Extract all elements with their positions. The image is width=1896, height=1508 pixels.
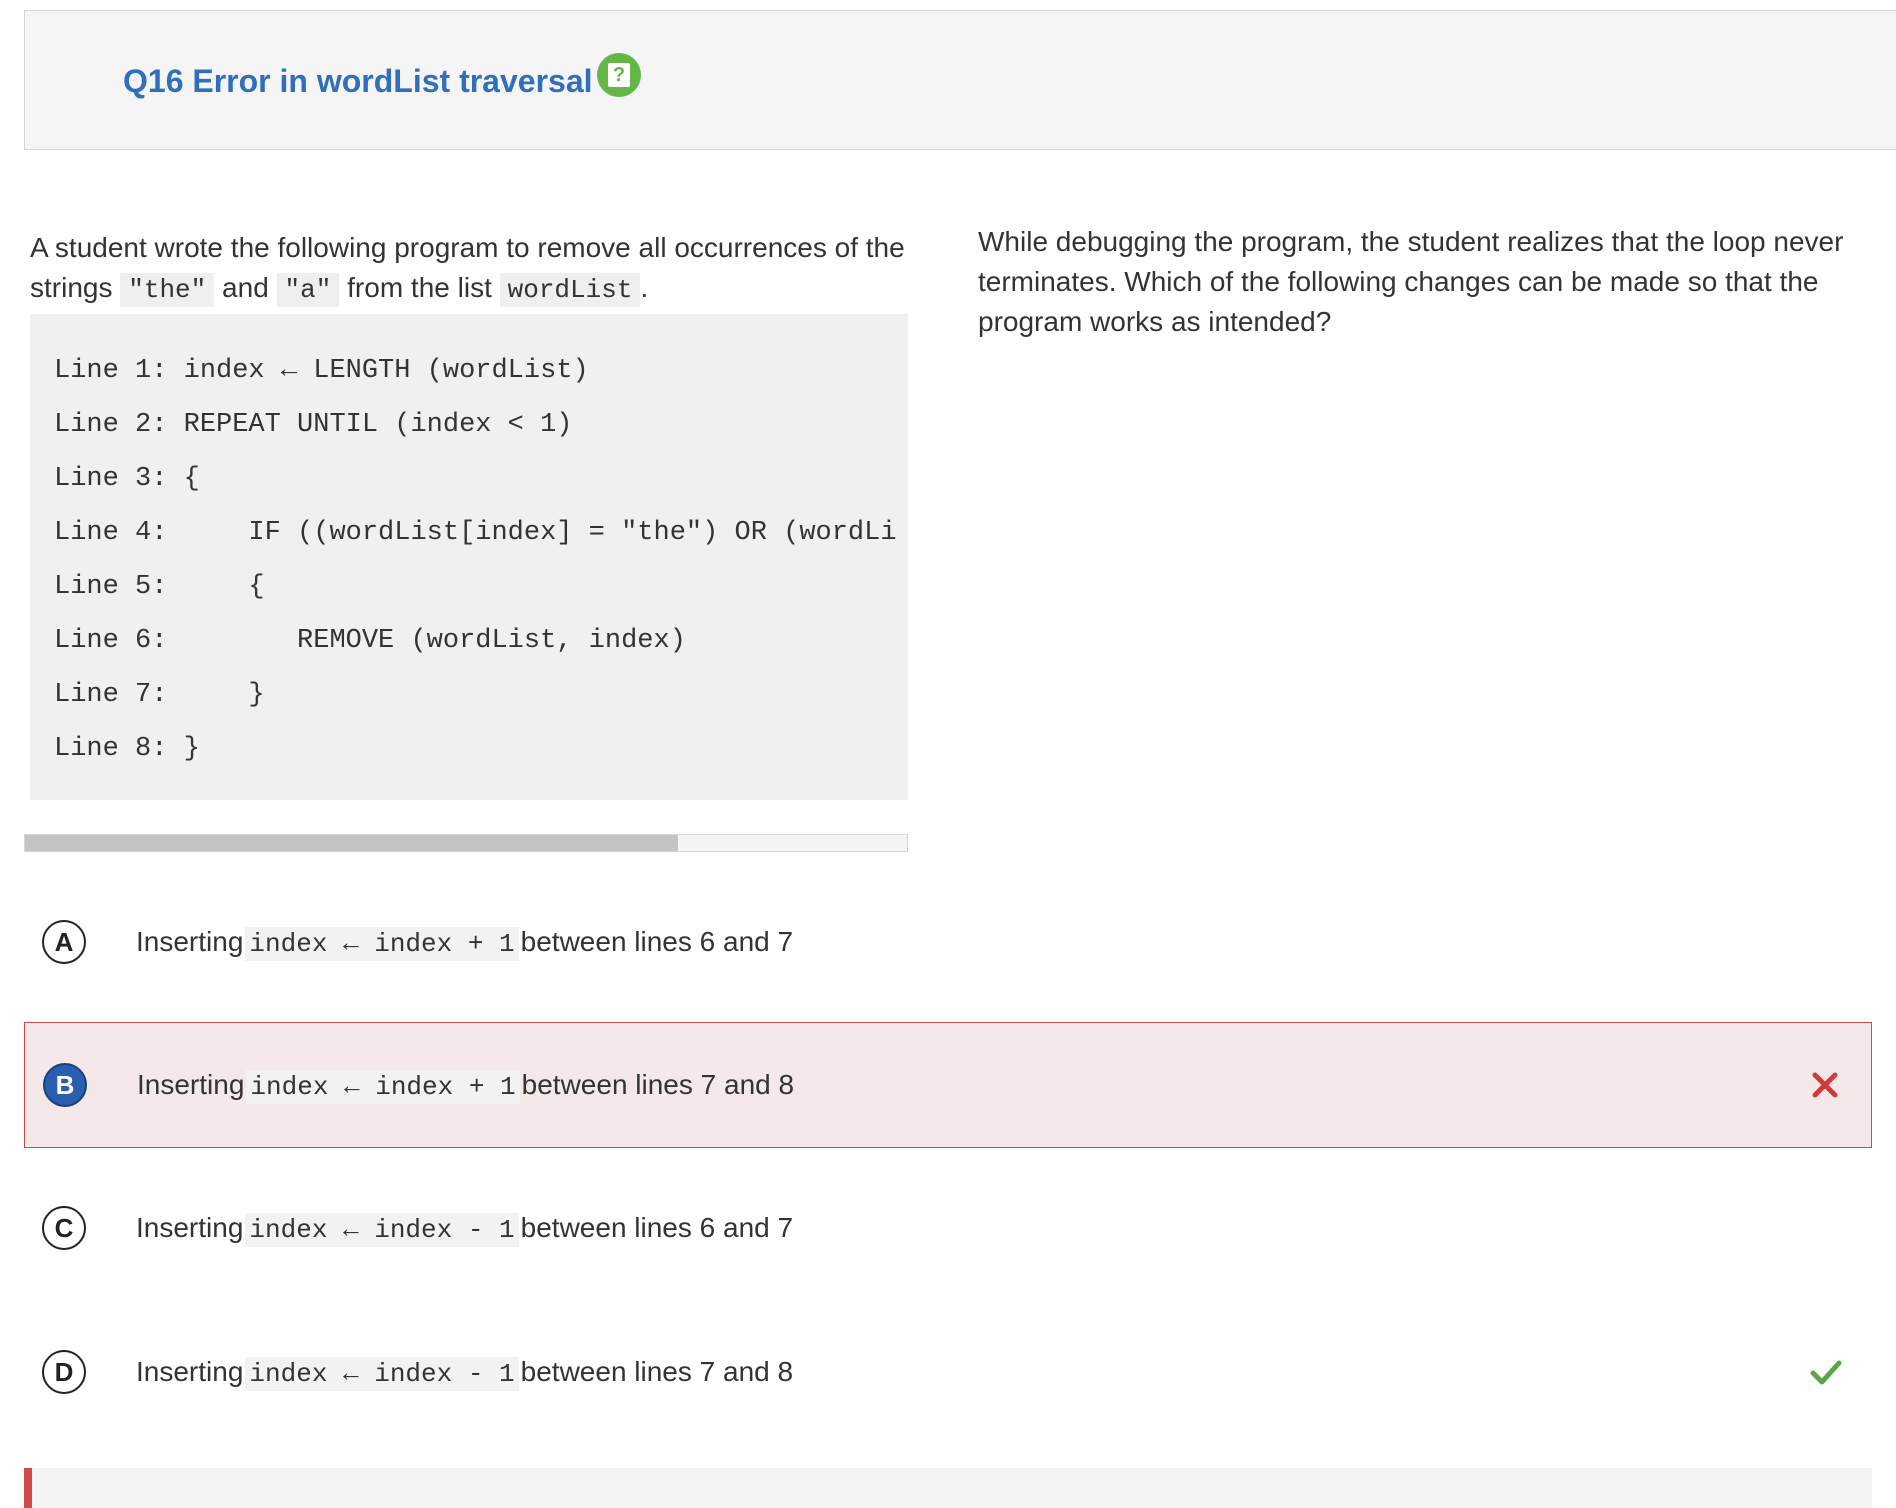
help-icon-glyph: ? — [608, 63, 630, 87]
scrollbar-thumb[interactable] — [25, 835, 678, 851]
choice-text-d: Inserting index ← index - 1 between lines … — [136, 1354, 793, 1392]
choice-letter-a[interactable]: A — [42, 920, 86, 964]
choice-code: index ← index - 1 — [245, 1357, 519, 1391]
code-line: Line 2: REPEAT UNTIL (index < 1) — [54, 410, 573, 440]
answer-choice-b[interactable]: B Inserting index ← index + 1 between line… — [24, 1022, 1872, 1148]
prompt-text-2: and — [214, 272, 277, 303]
prompt-text-4: . — [640, 272, 649, 303]
choice-prefix: Inserting — [136, 1356, 244, 1387]
choice-suffix: between lines 7 and 8 — [521, 1069, 795, 1100]
choice-prefix: Inserting — [136, 926, 244, 957]
question-header: Q16 Error in wordList traversal ? — [24, 10, 1896, 150]
code-line: Line 4: IF ((wordList[index] = "the") OR… — [54, 518, 897, 548]
code-horizontal-scrollbar[interactable] — [24, 834, 908, 852]
explanation-accent — [24, 1468, 32, 1508]
code-line: Line 8: } — [54, 734, 200, 764]
choice-letter-c[interactable]: C — [42, 1206, 86, 1250]
choice-prefix: Inserting — [136, 1212, 244, 1243]
choice-prefix: Inserting — [137, 1069, 245, 1100]
choice-text-c: Inserting index ← index - 1 between lines … — [136, 1210, 793, 1248]
choice-text-a: Inserting index ← index + 1 between lines … — [136, 924, 793, 962]
question-prompt: A student wrote the following program to… — [30, 228, 910, 310]
answer-choice-c[interactable]: C Inserting index ← index - 1 between line… — [24, 1166, 1872, 1292]
prompt-text-3: from the list — [339, 272, 500, 303]
code-line: Line 3: { — [54, 464, 200, 494]
choice-code: index ← index + 1 — [245, 927, 519, 961]
explanation-panel — [24, 1468, 1872, 1508]
prompt-code-wordlist: wordList — [499, 273, 641, 307]
question-text: While debugging the program, the student… — [978, 226, 1844, 337]
code-line: Line 6: REMOVE (wordList, index) — [54, 626, 686, 656]
question-title: Q16 Error in wordList traversal — [123, 63, 593, 99]
choice-code: index ← index + 1 — [246, 1070, 520, 1104]
choice-code: index ← index - 1 — [245, 1213, 519, 1247]
code-block: Line 1: index ← LENGTH (wordList) Line 2… — [30, 314, 908, 800]
x-icon — [1812, 1072, 1838, 1098]
help-icon[interactable]: ? — [597, 53, 641, 97]
checkmark-icon — [1810, 1360, 1842, 1385]
answer-choice-d[interactable]: D Inserting index ← index - 1 between line… — [24, 1310, 1872, 1436]
choice-letter-b[interactable]: B — [43, 1063, 87, 1107]
code-line: Line 7: } — [54, 680, 265, 710]
code-line: Line 5: { — [54, 572, 265, 602]
choice-suffix: between lines 6 and 7 — [520, 926, 794, 957]
prompt-code-the: "the" — [120, 273, 215, 307]
code-line: Line 1: index ← LENGTH (wordList) — [54, 356, 589, 386]
choice-suffix: between lines 6 and 7 — [520, 1212, 794, 1243]
choice-suffix: between lines 7 and 8 — [520, 1356, 794, 1387]
choice-letter-d[interactable]: D — [42, 1350, 86, 1394]
answer-choice-a[interactable]: A Inserting index ← index + 1 between line… — [24, 880, 1872, 1006]
prompt-code-a: "a" — [276, 273, 340, 307]
choice-text-b: Inserting index ← index + 1 between lines … — [137, 1067, 794, 1105]
